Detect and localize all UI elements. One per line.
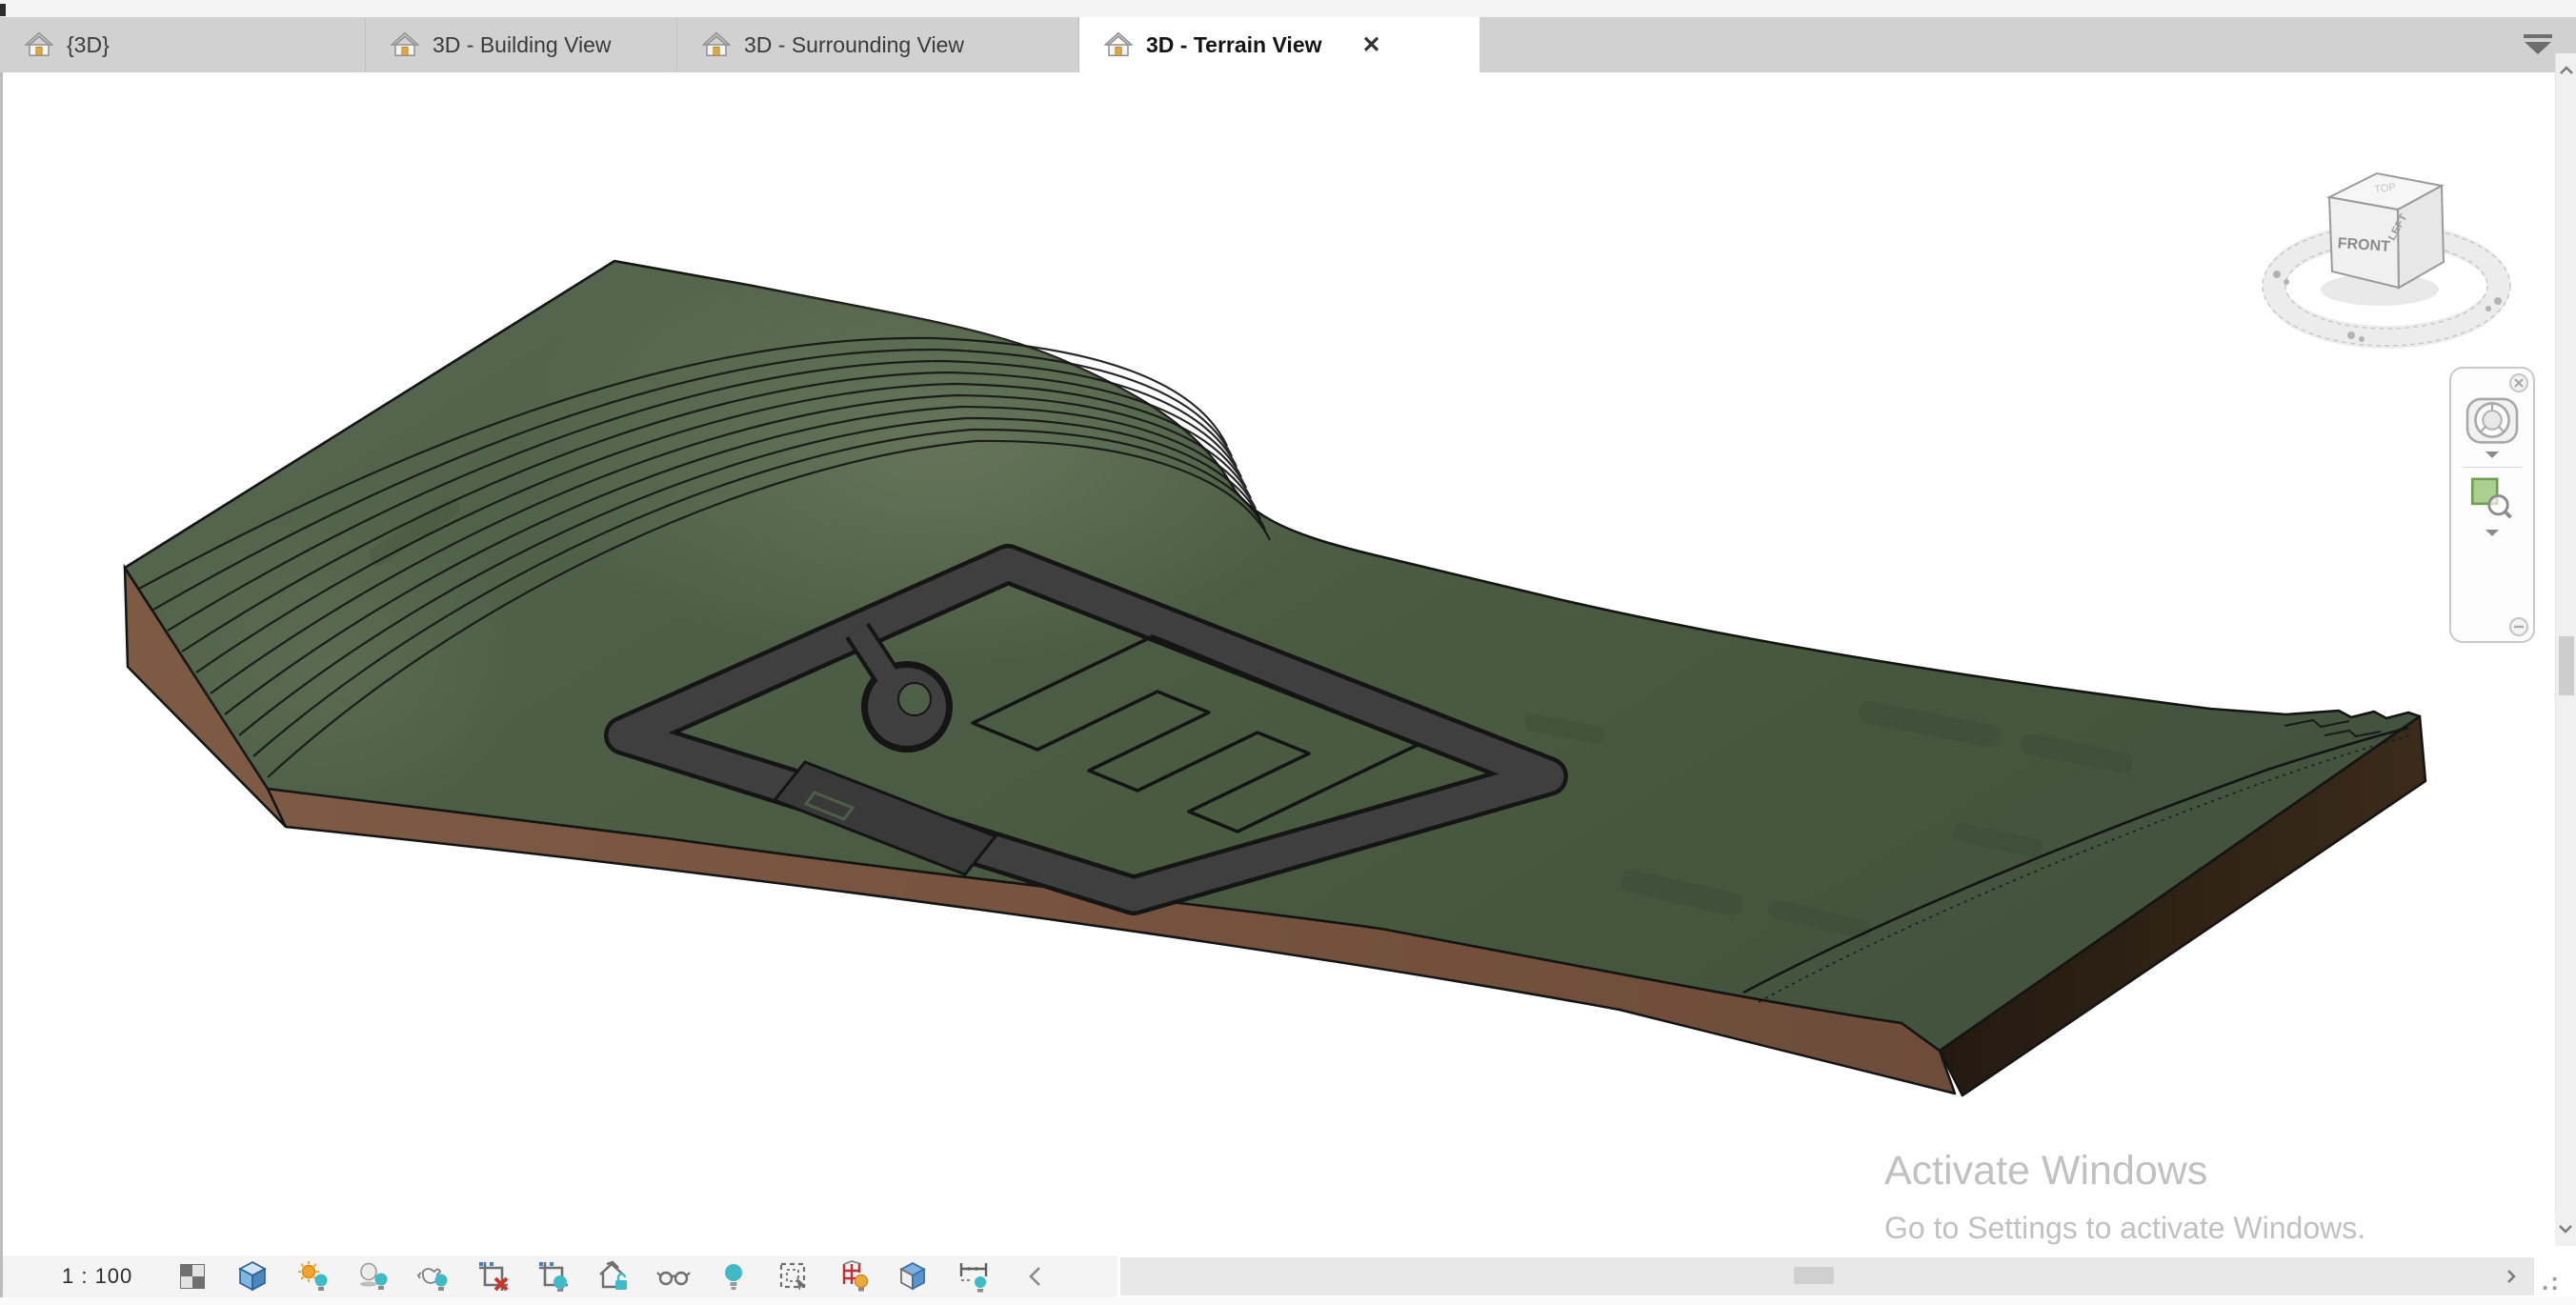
vertical-scrollbar[interactable] <box>2555 53 2576 1246</box>
scale-control[interactable]: 1 : 100 <box>62 1264 176 1289</box>
reveal-constraints-icon[interactable] <box>956 1259 991 1294</box>
view-cube[interactable]: FRONT LEFT TOP <box>2263 173 2510 346</box>
analytical-model-icon[interactable] <box>836 1259 871 1294</box>
vertical-scrollbar-thumb[interactable] <box>2559 636 2574 695</box>
horizontal-scrollbar[interactable] <box>1120 1257 2488 1295</box>
unlocked-3d-view-icon[interactable] <box>596 1259 631 1294</box>
view-bar-collapse-icon[interactable] <box>1024 1259 1047 1294</box>
scroll-right-icon[interactable] <box>2488 1257 2534 1295</box>
scroll-down-icon[interactable] <box>2555 1212 2576 1246</box>
wheel-dropdown-icon[interactable] <box>2485 451 2500 459</box>
navigation-bar <box>2449 367 2535 643</box>
rendering-dialog-icon[interactable] <box>416 1259 451 1294</box>
revit-drawing-area: {3D} 3D - Building View 3D - Surrounding… <box>0 0 2576 1305</box>
visual-style-icon[interactable] <box>236 1259 271 1294</box>
reveal-hidden-elements-icon[interactable] <box>716 1259 751 1294</box>
temporary-view-properties-icon[interactable] <box>776 1259 811 1294</box>
shadows-icon[interactable] <box>356 1259 391 1294</box>
scroll-up-icon[interactable] <box>2556 53 2576 88</box>
resize-grip[interactable]: .: <box>2542 1267 2574 1295</box>
watermark-line1: Activate Windows <box>1884 1151 2365 1192</box>
show-crop-region-icon[interactable] <box>536 1259 571 1294</box>
horizontal-scrollbar-thumb[interactable] <box>1794 1267 1834 1284</box>
temporary-hide-isolate-icon[interactable] <box>656 1259 691 1294</box>
sun-path-icon[interactable] <box>296 1259 331 1294</box>
steering-wheel-icon[interactable] <box>2465 395 2520 445</box>
close-icon[interactable] <box>2508 372 2529 393</box>
terrain-3d-viewport[interactable]: FRONT LEFT TOP <box>0 0 2576 1305</box>
displacement-sets-icon[interactable] <box>896 1259 931 1294</box>
collapse-icon[interactable] <box>2508 616 2529 637</box>
zoom-region-icon[interactable] <box>2467 475 2517 521</box>
divider <box>2463 467 2522 468</box>
canvas-left-border <box>0 72 3 1297</box>
window-bottom-strip <box>0 1297 2576 1305</box>
zoom-dropdown-icon[interactable] <box>2485 529 2500 537</box>
activate-windows-watermark: Activate Windows Go to Settings to activ… <box>1884 1151 2365 1243</box>
crop-view-icon[interactable] <box>476 1259 511 1294</box>
terrain-model <box>125 210 2425 1095</box>
detail-level-icon[interactable] <box>176 1259 211 1294</box>
view-control-bar: 1 : 100 <box>3 1255 1117 1297</box>
watermark-line2: Go to Settings to activate Windows. <box>1884 1213 2365 1243</box>
